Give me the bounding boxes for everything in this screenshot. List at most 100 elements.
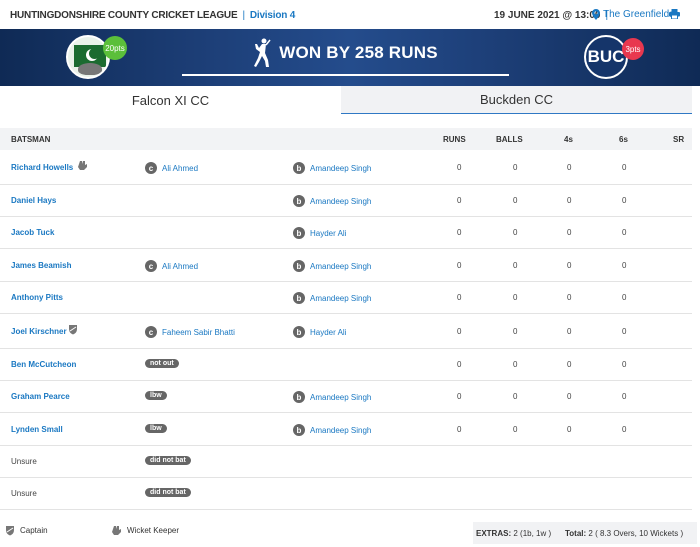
fielder-name[interactable]: Faheem Sabir Bhatti	[162, 328, 235, 337]
col-4s: 4s	[564, 135, 573, 144]
match-date-text: 19 JUNE 2021 @ 13:00	[494, 10, 601, 21]
col-balls: BALLS	[496, 135, 523, 144]
bowled-badge: b	[293, 260, 305, 272]
bowler: b Amandeep Singh	[293, 195, 371, 207]
cell-balls: 0	[513, 293, 518, 302]
cell-sixes: 0	[622, 196, 627, 205]
batsman-name[interactable]: Anthony Pitts	[11, 293, 63, 302]
cell-balls: 0	[513, 163, 518, 172]
batsman-name[interactable]: Daniel Hays	[11, 196, 56, 205]
result-text: WON BY 258 RUNS	[279, 43, 438, 62]
batsman-name: Unsure	[11, 457, 37, 466]
cell-runs: 0	[457, 392, 462, 401]
cell-sixes: 0	[622, 425, 627, 434]
dismissal: c Ali Ahmed	[145, 162, 198, 174]
separator: |	[242, 10, 245, 21]
bowler-name[interactable]: Amandeep Singh	[310, 164, 371, 173]
bowler: b Amandeep Singh	[293, 424, 371, 436]
fielder-name[interactable]: Ali Ahmed	[162, 262, 198, 271]
total-label: Total:	[565, 528, 587, 538]
cell-fours: 0	[567, 327, 572, 336]
table-row: Jacob Tuck b Hayder Ali 0 0 0 0	[0, 217, 692, 249]
bowler-name[interactable]: Hayder Ali	[310, 229, 346, 238]
cell-fours: 0	[567, 360, 572, 369]
venue-link[interactable]: The Greenfields	[592, 9, 674, 20]
cell-sixes: 0	[622, 392, 627, 401]
cell-runs: 0	[457, 228, 462, 237]
tab-falcon-xi[interactable]: Falcon XI CC	[0, 86, 341, 114]
batsman-name[interactable]: Jacob Tuck	[11, 228, 54, 237]
away-team-abbr: BUC	[587, 47, 625, 66]
print-button[interactable]	[669, 9, 680, 22]
cell-sixes: 0	[622, 261, 627, 270]
gloves-icon	[77, 160, 88, 173]
bowler-name[interactable]: Amandeep Singh	[310, 262, 371, 271]
home-points-badge: 20pts	[103, 36, 127, 60]
tab-buckden[interactable]: Buckden CC	[341, 86, 692, 114]
bowled-badge: b	[293, 292, 305, 304]
bowler: b Amandeep Singh	[293, 162, 371, 174]
league-info: HUNTINGDONSHIRE COUNTY CRICKET LEAGUE | Di…	[10, 10, 295, 21]
table-row: Lynden Small lbw b Amandeep Singh 0 0 0 0	[0, 413, 692, 446]
cell-sixes: 0	[622, 228, 627, 237]
bowler: b Amandeep Singh	[293, 292, 371, 304]
shield-icon	[68, 324, 78, 337]
cell-fours: 0	[567, 163, 572, 172]
result-strip: WON BY 258 RUNS	[182, 32, 509, 76]
bowler: b Amandeep Singh	[293, 391, 371, 403]
cell-sixes: 0	[622, 360, 627, 369]
dismissal: c Ali Ahmed	[145, 260, 198, 272]
dismissal-type-badge: c	[145, 326, 157, 338]
table-row: Unsure did not bat	[0, 478, 692, 510]
bowler-name[interactable]: Amandeep Singh	[310, 393, 371, 402]
bowled-badge: b	[293, 162, 305, 174]
team-tabs: Falcon XI CC Buckden CC	[0, 86, 700, 114]
venue-name: The Greenfields	[603, 9, 675, 20]
batsman-name[interactable]: Joel Kirschner	[11, 327, 67, 336]
scorecard-footer: Captain Wicket Keeper EXTRAS: 2 (1b, 1w …	[0, 517, 700, 547]
cell-balls: 0	[513, 261, 518, 270]
bowler-name[interactable]: Amandeep Singh	[310, 294, 371, 303]
cell-runs: 0	[457, 327, 462, 336]
bowled-badge: b	[293, 195, 305, 207]
col-batsman: BATSMAN	[11, 135, 51, 144]
batsman-name[interactable]: Ben McCutcheon	[11, 360, 76, 369]
batsman-name[interactable]: Graham Pearce	[11, 392, 70, 401]
dismissal-type-badge: c	[145, 162, 157, 174]
bowler-name[interactable]: Hayder Ali	[310, 328, 346, 337]
fielder-name[interactable]: Ali Ahmed	[162, 164, 198, 173]
match-info-bar: HUNTINGDONSHIRE COUNTY CRICKET LEAGUE | Di…	[0, 0, 700, 29]
league-name: HUNTINGDONSHIRE COUNTY CRICKET LEAGUE	[10, 10, 238, 21]
bowler: b Hayder Ali	[293, 227, 346, 239]
cell-runs: 0	[457, 293, 462, 302]
cell-balls: 0	[513, 228, 518, 237]
bowler: b Hayder Ali	[293, 326, 346, 338]
table-row: Anthony Pitts b Amandeep Singh 0 0 0 0	[0, 282, 692, 314]
extras: EXTRAS: 2 (1b, 1w )	[476, 529, 551, 538]
dismissal-badge: lbw	[145, 391, 167, 400]
cell-runs: 0	[457, 360, 462, 369]
table-row: Joel Kirschner c Faheem Sabir Bhatti b Hayde…	[0, 314, 692, 349]
cell-fours: 0	[567, 392, 572, 401]
batsman-name[interactable]: Richard Howells	[11, 163, 73, 172]
map-pin-icon	[592, 9, 600, 20]
keeper-legend: Wicket Keeper	[111, 525, 179, 536]
batsman-name[interactable]: Lynden Small	[11, 425, 63, 434]
bowler-name[interactable]: Amandeep Singh	[310, 197, 371, 206]
cell-sixes: 0	[622, 327, 627, 336]
col-sr: SR	[673, 135, 685, 144]
cell-runs: 0	[457, 425, 462, 434]
gloves-icon	[112, 526, 121, 535]
cell-balls: 0	[513, 425, 518, 434]
bowler-icon	[254, 38, 271, 67]
away-points-badge: 3pts	[622, 38, 644, 60]
division-link[interactable]: Division 4	[250, 10, 295, 21]
innings-totals: EXTRAS: 2 (1b, 1w ) Total: 2 ( 8.3 Overs…	[473, 522, 697, 544]
cell-fours: 0	[567, 425, 572, 434]
bowled-badge: b	[293, 391, 305, 403]
cell-fours: 0	[567, 261, 572, 270]
captain-label: Captain	[20, 526, 48, 535]
bowler-name[interactable]: Amandeep Singh	[310, 426, 371, 435]
dismissal-type-badge: c	[145, 260, 157, 272]
batsman-name[interactable]: James Beamish	[11, 261, 71, 270]
